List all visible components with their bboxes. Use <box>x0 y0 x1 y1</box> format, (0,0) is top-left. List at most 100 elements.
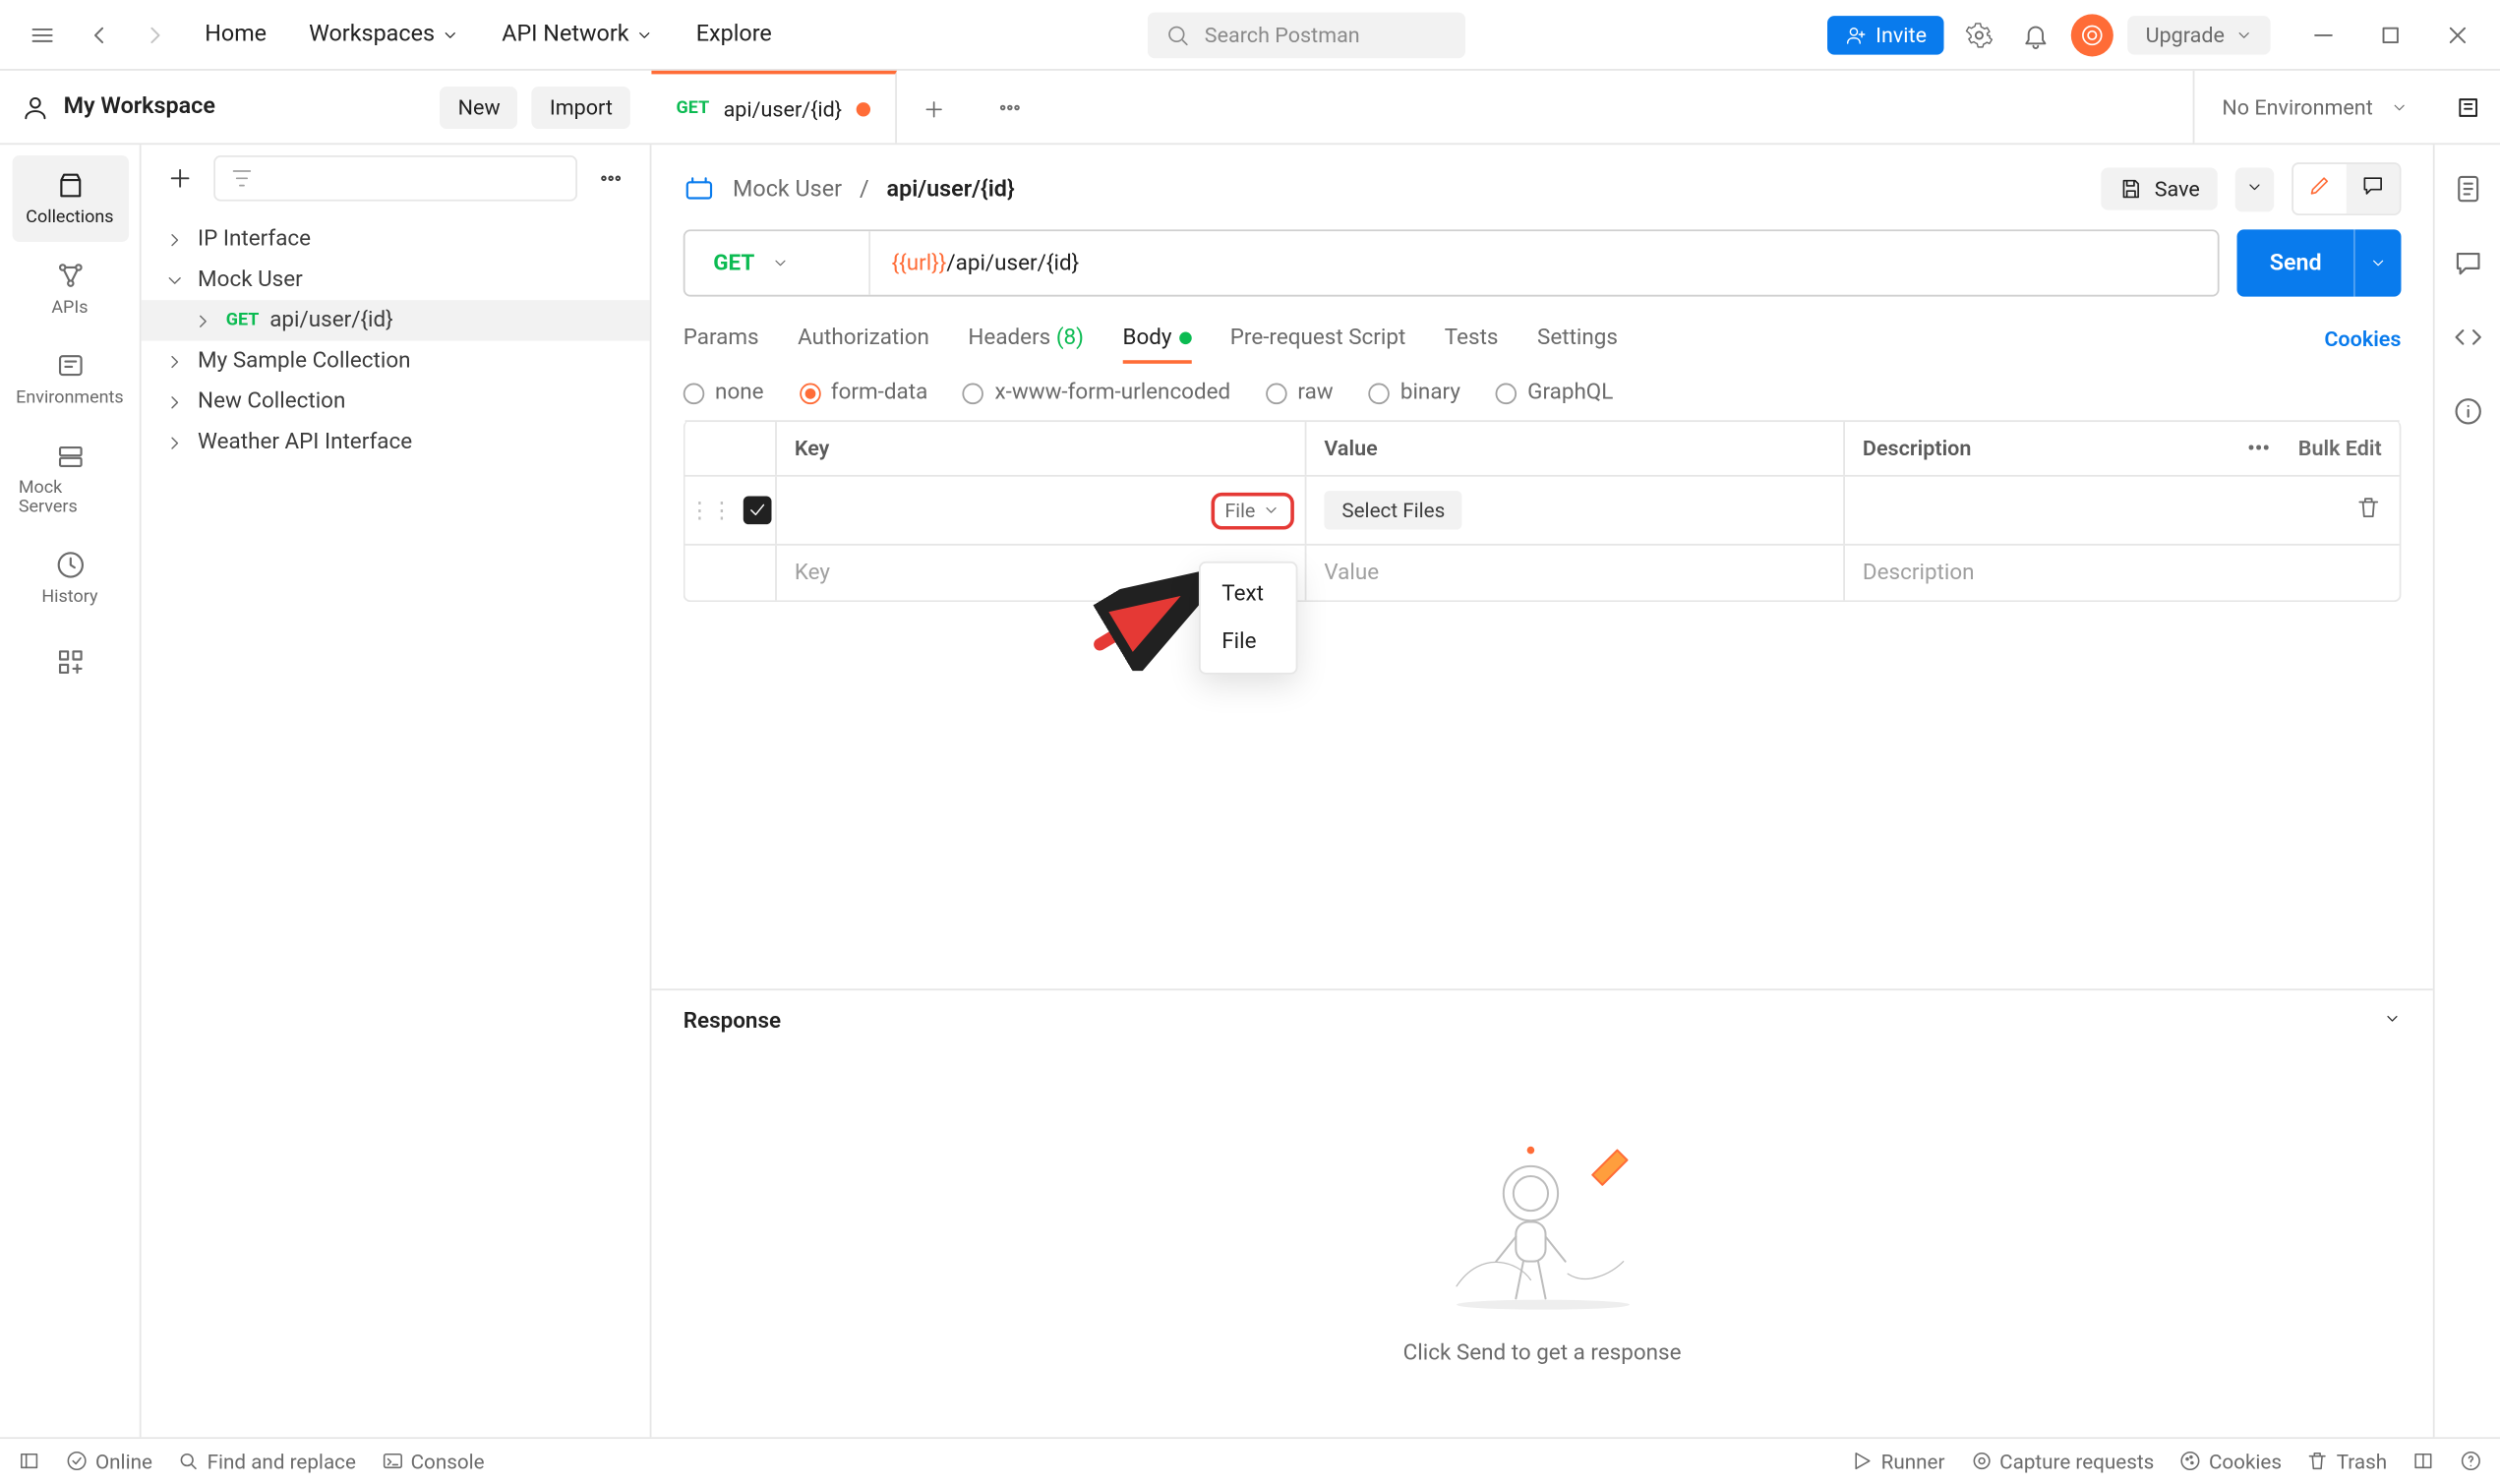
rail-more[interactable] <box>12 632 128 692</box>
code-icon[interactable] <box>2452 315 2483 364</box>
status-online-label: Online <box>95 1449 152 1473</box>
tab-tests[interactable]: Tests <box>1445 315 1499 362</box>
nav-workspaces[interactable]: Workspaces <box>295 11 474 58</box>
trash-label: Trash <box>2337 1449 2387 1473</box>
new-button[interactable]: New <box>441 86 518 128</box>
value-input-placeholder[interactable]: Value <box>1306 546 1845 601</box>
nav-home[interactable]: Home <box>191 11 281 58</box>
body-formdata[interactable]: form-data <box>799 380 927 406</box>
tree-node-sample[interactable]: My Sample Collection <box>142 340 650 381</box>
breadcrumb-collection[interactable]: Mock User <box>733 176 842 203</box>
rail-apis[interactable]: APIs <box>12 246 128 332</box>
col-options-icon[interactable]: ••• <box>2247 436 2270 460</box>
back-icon[interactable] <box>78 13 120 55</box>
breadcrumb-sep: / <box>860 176 869 203</box>
window-close-icon[interactable] <box>2436 13 2478 55</box>
body-graphql[interactable]: GraphQL <box>1496 380 1613 406</box>
tab-pre-request[interactable]: Pre-request Script <box>1230 315 1406 362</box>
upgrade-button[interactable]: Upgrade <box>2128 15 2271 53</box>
request-tab[interactable]: GET api/user/{id} <box>651 71 896 144</box>
body-binary[interactable]: binary <box>1369 380 1460 406</box>
response-collapse-icon[interactable] <box>2384 1007 2402 1034</box>
info-icon[interactable] <box>2452 388 2483 438</box>
rail-mock-servers[interactable]: Mock Servers <box>12 426 128 532</box>
filter-input[interactable] <box>213 155 576 202</box>
tab-headers[interactable]: Headers (8) <box>968 315 1084 362</box>
tab-body[interactable]: Body <box>1122 315 1191 362</box>
key-input[interactable]: File <box>777 477 1307 544</box>
window-minimize-icon[interactable] <box>2302 13 2345 55</box>
url-token: {{url}} <box>892 250 947 276</box>
breadcrumb-request[interactable]: api/user/{id} <box>887 176 1015 203</box>
send-options-icon[interactable] <box>2353 229 2401 296</box>
window-maximize-icon[interactable] <box>2369 13 2411 55</box>
environment-quicklook-icon[interactable] <box>2447 86 2489 128</box>
dropdown-option-text[interactable]: Text <box>1201 570 1296 618</box>
description-input-placeholder[interactable]: Description <box>1845 546 2240 601</box>
key-type-selector[interactable]: File <box>1211 492 1294 529</box>
send-button[interactable]: Send <box>2237 229 2401 296</box>
invite-button[interactable]: Invite <box>1828 15 1944 53</box>
find-replace[interactable]: Find and replace <box>177 1449 356 1473</box>
tree-node-new-collection[interactable]: New Collection <box>142 382 650 422</box>
save-icon <box>2119 177 2144 202</box>
rail-history[interactable]: History <box>12 535 128 622</box>
capture-button[interactable]: Capture requests <box>1970 1449 2155 1473</box>
select-files-button[interactable]: Select Files <box>1324 491 1462 529</box>
tab-options-icon[interactable] <box>971 82 1048 131</box>
avatar[interactable] <box>2071 13 2113 55</box>
search-input[interactable]: Search Postman <box>1148 12 1465 58</box>
tree-node-weather[interactable]: Weather API Interface <box>142 422 650 462</box>
edit-icon[interactable] <box>2293 164 2347 213</box>
response-header[interactable]: Response <box>651 987 2432 1051</box>
row-checkbox[interactable] <box>744 496 772 524</box>
tree-node-mock-user[interactable]: Mock User <box>142 260 650 300</box>
tree-label: Mock User <box>198 267 303 293</box>
docs-icon[interactable] <box>2452 166 2483 215</box>
environment-selector[interactable]: No Environment <box>2192 71 2436 144</box>
help-icon[interactable] <box>2460 1450 2482 1472</box>
dropdown-option-file[interactable]: File <box>1201 618 1296 665</box>
import-button[interactable]: Import <box>532 86 630 128</box>
tab-authorization[interactable]: Authorization <box>798 315 929 362</box>
save-dropdown[interactable] <box>2235 167 2274 211</box>
body-raw[interactable]: raw <box>1266 380 1334 406</box>
drag-handle-icon[interactable]: ⋮⋮ <box>688 496 733 524</box>
workspace-name[interactable]: My Workspace <box>64 93 427 120</box>
console-button[interactable]: Console <box>381 1449 485 1473</box>
nav-api-network[interactable]: API Network <box>488 11 668 58</box>
sidebar-toggle-icon[interactable] <box>18 1450 40 1472</box>
sidebar-options-icon[interactable] <box>591 157 631 200</box>
tree-label: My Sample Collection <box>198 348 410 375</box>
settings-icon[interactable] <box>1958 13 2000 55</box>
method-selector[interactable]: GET <box>685 231 870 295</box>
rail-collections[interactable]: Collections <box>12 155 128 242</box>
menu-icon[interactable] <box>22 13 64 55</box>
delete-row-icon[interactable] <box>2355 494 2382 527</box>
rail-environments[interactable]: Environments <box>12 335 128 422</box>
nav-explore[interactable]: Explore <box>682 11 786 58</box>
tree-node-request[interactable]: GETapi/user/{id} <box>142 300 650 340</box>
create-collection-icon[interactable] <box>159 157 200 200</box>
notifications-icon[interactable] <box>2015 13 2057 55</box>
description-input[interactable] <box>1845 477 2240 544</box>
body-urlencoded[interactable]: x-www-form-urlencoded <box>963 380 1230 406</box>
tree-label: New Collection <box>198 388 345 415</box>
tab-settings[interactable]: Settings <box>1537 315 1618 362</box>
save-button[interactable]: Save <box>2102 168 2218 210</box>
trash-button[interactable]: Trash <box>2306 1449 2387 1473</box>
new-tab-button[interactable] <box>897 82 971 131</box>
two-pane-icon[interactable] <box>2411 1450 2434 1472</box>
tab-params[interactable]: Params <box>684 315 759 362</box>
tree-node-ip-interface[interactable]: IP Interface <box>142 219 650 260</box>
url-input[interactable]: {{url}}/api/user/{id} <box>870 250 2219 276</box>
body-none[interactable]: none <box>684 380 764 406</box>
comment-icon[interactable] <box>2347 164 2400 213</box>
cookies-link[interactable]: Cookies <box>2324 326 2401 350</box>
comments-icon[interactable] <box>2452 240 2483 289</box>
bulk-edit-link[interactable]: Bulk Edit <box>2298 436 2382 460</box>
cookies-button[interactable]: Cookies <box>2178 1449 2282 1473</box>
status-online[interactable]: Online <box>65 1449 152 1473</box>
runner-button[interactable]: Runner <box>1851 1449 1944 1473</box>
forward-icon[interactable] <box>134 13 176 55</box>
